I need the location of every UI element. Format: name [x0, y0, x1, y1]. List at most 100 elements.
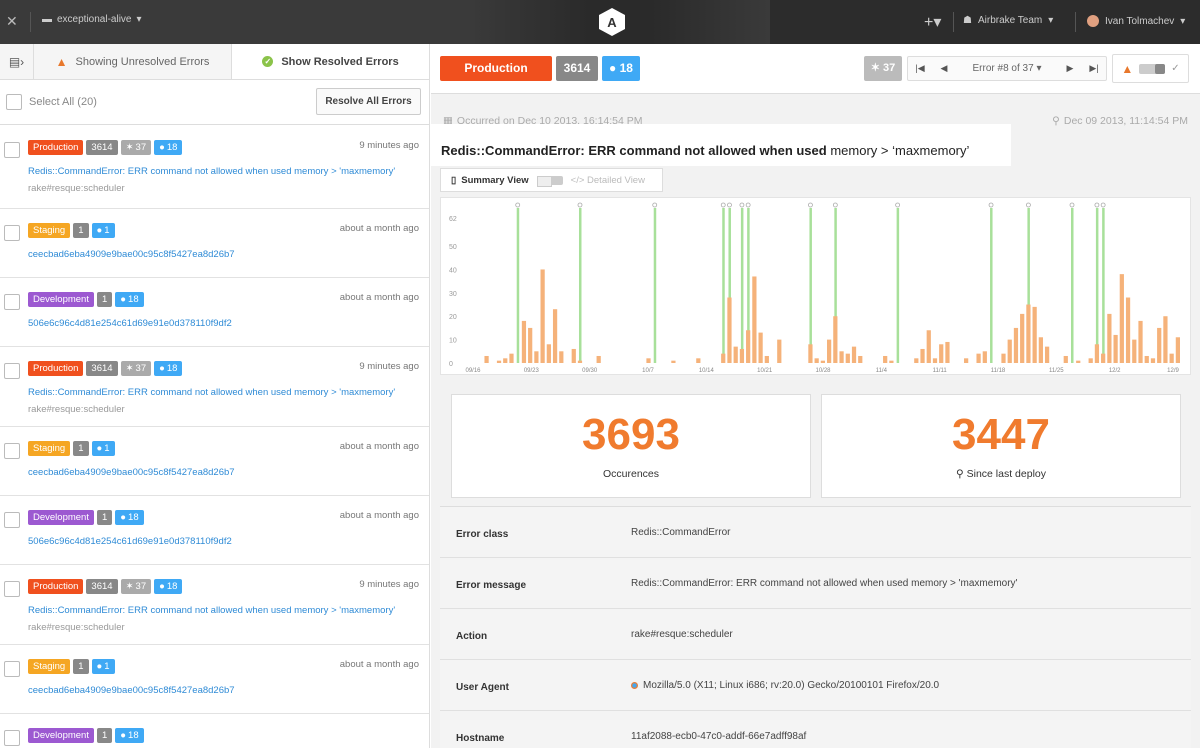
airbrake-logo[interactable]: A: [597, 7, 627, 37]
users-badge[interactable]: ✶ 37: [864, 56, 902, 81]
row-checkbox[interactable]: [4, 142, 20, 158]
comments-badge[interactable]: ● 18: [115, 510, 144, 525]
error-message-link[interactable]: 506e6c96c4d81e254c61d69e91e0d378110f9df2: [28, 318, 232, 329]
row-checkbox[interactable]: [4, 443, 20, 459]
environment-badge[interactable]: Production: [440, 56, 552, 81]
row-checkbox[interactable]: [4, 581, 20, 597]
chart-bar: [1032, 306, 1037, 363]
count-badge: 1: [73, 659, 89, 674]
chart-bar: [976, 353, 981, 363]
chart-bar: [764, 355, 769, 363]
view-switch[interactable]: [536, 175, 563, 187]
env-badge: Production: [28, 140, 84, 155]
since-deploy-card: 3447 ⚲ Since last deploy: [821, 394, 1181, 498]
list-item[interactable]: Production 3614 ✶ 37 ● 18 9 minutes ago Redis::…: [0, 126, 429, 209]
comments-badge[interactable]: ● 1: [91, 223, 115, 238]
comments-count: 18: [166, 363, 178, 374]
folder-icon: ▬: [42, 14, 52, 25]
env-badge: Development: [28, 292, 94, 307]
list-item[interactable]: Development 1 ● 18 about a month ago 506e6c96…: [0, 496, 429, 565]
chevron-down-icon: ▾: [1048, 15, 1054, 26]
warning-icon: ▲: [55, 54, 68, 69]
chart-bar: [552, 309, 558, 363]
sidebar-toggle-icon[interactable]: ▤›: [0, 44, 34, 79]
error-action: rake#resque:scheduler: [28, 183, 125, 194]
resolve-all-button[interactable]: Resolve All Errors: [316, 88, 421, 115]
badges: Staging 1 ● 1: [28, 441, 115, 456]
chart-bar: [758, 332, 763, 363]
last-page-icon[interactable]: ▶|: [1082, 63, 1106, 74]
tab-unresolved[interactable]: ▲ Showing Unresolved Errors: [34, 44, 231, 79]
pager-selector[interactable]: Error #8 of 37 ▾: [956, 63, 1058, 74]
list-item[interactable]: Staging 1 ● 1 about a month ago ceecbad6eba49…: [0, 209, 429, 278]
chart-bar: [1157, 327, 1162, 363]
chart-bar: [1038, 337, 1043, 363]
field-value-text: rake#resque:scheduler: [631, 629, 733, 640]
comments-badge[interactable]: ● 18: [154, 140, 183, 155]
tab-resolved[interactable]: ✓ Show Resolved Errors: [231, 44, 429, 79]
list-item[interactable]: Staging 1 ● 1 about a month ago ceecbad6eba49…: [0, 427, 429, 496]
top-bar: ✕ ▬ exceptional-alive ▾ A +▾ ☗ Airbrake …: [0, 0, 1200, 44]
error-message-link[interactable]: Redis::CommandError: ERR command not all…: [28, 166, 395, 177]
deploy-marker: [1094, 202, 1100, 208]
error-message-link[interactable]: Redis::CommandError: ERR command not all…: [28, 387, 395, 398]
tab-label: Showing Unresolved Errors: [75, 55, 210, 68]
row-checkbox[interactable]: [4, 730, 20, 746]
list-item[interactable]: Development 1 ● 18: [0, 714, 429, 748]
deploy-marker: [720, 202, 726, 208]
list-item[interactable]: Production 3614 ✶ 37 ● 18 9 minutes ago Redis::…: [0, 565, 429, 645]
team-selector[interactable]: ☗ Airbrake Team ▾: [963, 15, 1053, 26]
chart-bar: [945, 341, 950, 363]
next-page-icon[interactable]: ▶: [1058, 63, 1082, 74]
occurrences-label: Occurences: [602, 468, 660, 480]
error-message-link[interactable]: ceecbad6eba4909e9bae00c95c8f5427ea8d26b7: [28, 685, 235, 696]
field-value: Redis::CommandError: [631, 527, 730, 538]
x-tick-label: 09/30: [582, 368, 598, 374]
error-message-link[interactable]: 506e6c96c4d81e254c61d69e91e0d378110f9df2: [28, 536, 232, 547]
add-icon[interactable]: +▾: [924, 12, 941, 32]
resolve-toggle[interactable]: ▲ ✓: [1112, 54, 1189, 83]
badges: Development 1 ● 18: [28, 728, 144, 743]
error-list: Production 3614 ✶ 37 ● 18 9 minutes ago Redis::…: [0, 126, 429, 748]
tools-icon[interactable]: ✕: [6, 13, 22, 29]
list-item[interactable]: Development 1 ● 18 about a month ago 506e6c96…: [0, 278, 429, 347]
comments-button[interactable]: ● 18: [602, 56, 640, 81]
firefox-icon: [631, 682, 638, 689]
comments-badge[interactable]: ● 18: [154, 361, 183, 376]
select-all-checkbox[interactable]: [6, 94, 22, 110]
error-message-link[interactable]: ceecbad6eba4909e9bae00c95c8f5427ea8d26b7: [28, 467, 235, 478]
comments-badge[interactable]: ● 18: [115, 728, 144, 743]
comments-badge[interactable]: ● 18: [154, 579, 183, 594]
first-page-icon[interactable]: |◀: [908, 63, 932, 74]
list-item[interactable]: Production 3614 ✶ 37 ● 18 9 minutes ago Redis::…: [0, 347, 429, 427]
row-checkbox[interactable]: [4, 363, 20, 379]
comments-badge[interactable]: ● 18: [115, 292, 144, 307]
list-item[interactable]: Staging 1 ● 1 about a month ago ceecbad6eba49…: [0, 645, 429, 714]
count-badge: 1: [73, 441, 89, 456]
deploy-line: [896, 208, 900, 363]
row-checkbox[interactable]: [4, 512, 20, 528]
field-value-text: Mozilla/5.0 (X11; Linux i686; rv:20.0) G…: [643, 680, 940, 691]
error-message-link[interactable]: ceecbad6eba4909e9bae00c95c8f5427ea8d26b7: [28, 249, 235, 260]
detailed-view-option[interactable]: </> Detailed View: [571, 175, 645, 186]
row-checkbox[interactable]: [4, 225, 20, 241]
chart-bar: [1088, 358, 1093, 363]
detail-toolbar: Production 3614 ● 18 ✶ 37 |◀ ◀ Error #8 …: [431, 44, 1200, 94]
chart-bar: [1169, 353, 1174, 363]
user-menu[interactable]: Ivan Tolmachev ▾: [1087, 15, 1185, 27]
chart-bar: [752, 276, 757, 363]
row-checkbox[interactable]: [4, 294, 20, 310]
summary-view-option[interactable]: ▯ Summary View: [441, 175, 529, 186]
comments-badge[interactable]: ● 1: [91, 659, 115, 674]
y-tick-label: 20: [449, 314, 457, 321]
resolve-switch[interactable]: [1139, 63, 1166, 74]
project-selector[interactable]: ▬ exceptional-alive ▾: [42, 14, 142, 25]
chevron-down-icon: ▾: [136, 14, 142, 25]
chart-bar: [596, 355, 601, 363]
comment-icon: ●: [120, 294, 127, 305]
chart-bar: [777, 339, 782, 363]
comments-badge[interactable]: ● 1: [91, 441, 115, 456]
row-checkbox[interactable]: [4, 661, 20, 677]
prev-page-icon[interactable]: ◀: [932, 63, 956, 74]
error-message-link[interactable]: Redis::CommandError: ERR command not all…: [28, 605, 395, 616]
